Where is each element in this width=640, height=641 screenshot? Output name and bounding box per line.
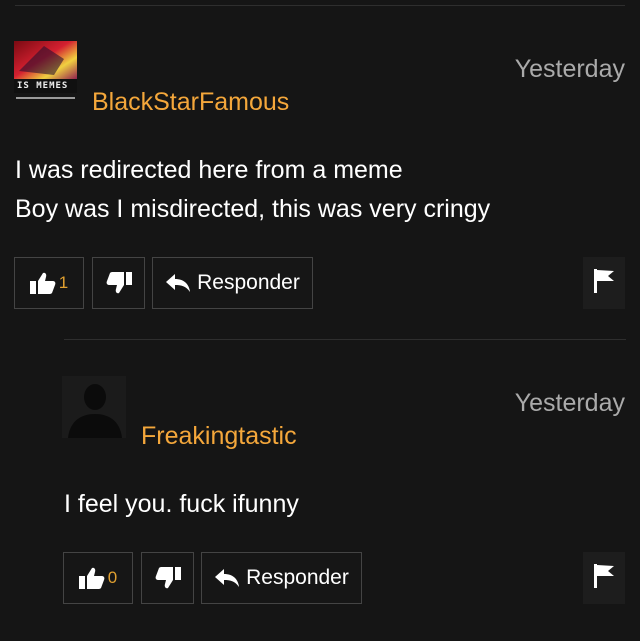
flag-icon (593, 563, 615, 594)
username[interactable]: BlackStarFamous (92, 90, 289, 115)
avatar-image (14, 41, 77, 102)
top-divider (15, 5, 625, 6)
thumbs-up-icon (78, 566, 105, 590)
report-flag-button[interactable] (583, 257, 625, 309)
avatar-freakingtastic[interactable] (62, 376, 126, 438)
reply-button[interactable]: Responder (201, 552, 362, 604)
comment-line: I feel you. fuck ifunny (64, 490, 299, 518)
reply-divider (64, 339, 626, 340)
default-user-icon (62, 376, 126, 438)
comment-text: I was redirected here from a meme Boy wa… (15, 151, 490, 229)
reply-arrow-icon (165, 273, 191, 293)
timestamp: Yesterday (514, 389, 625, 417)
reply-button[interactable]: Responder (152, 257, 313, 309)
reply-label: Responder (246, 566, 349, 589)
comment-line: I was redirected here from a meme (15, 156, 403, 184)
flag-icon (593, 268, 615, 299)
reply-arrow-icon (214, 568, 240, 588)
avatar-blackstarfamous[interactable]: IS MEMES (14, 41, 77, 102)
like-count: 1 (58, 273, 69, 292)
comment-line: Boy was I misdirected, this was very cri… (15, 195, 491, 223)
dislike-button[interactable] (92, 257, 145, 309)
avatar-logo-text: IS MEMES (17, 81, 69, 91)
report-flag-button[interactable] (583, 552, 625, 604)
like-count: 0 (107, 568, 118, 587)
thumbs-down-icon (155, 566, 181, 590)
dislike-button[interactable] (141, 552, 194, 604)
username[interactable]: Freakingtastic (141, 424, 297, 449)
thumbs-down-icon (106, 271, 132, 295)
like-button[interactable]: 0 (63, 552, 133, 604)
comment-text: I feel you. fuck ifunny (64, 485, 299, 524)
timestamp: Yesterday (514, 55, 625, 83)
reply-label: Responder (197, 271, 300, 294)
like-button[interactable]: 1 (14, 257, 84, 309)
thumbs-up-icon (29, 271, 56, 295)
